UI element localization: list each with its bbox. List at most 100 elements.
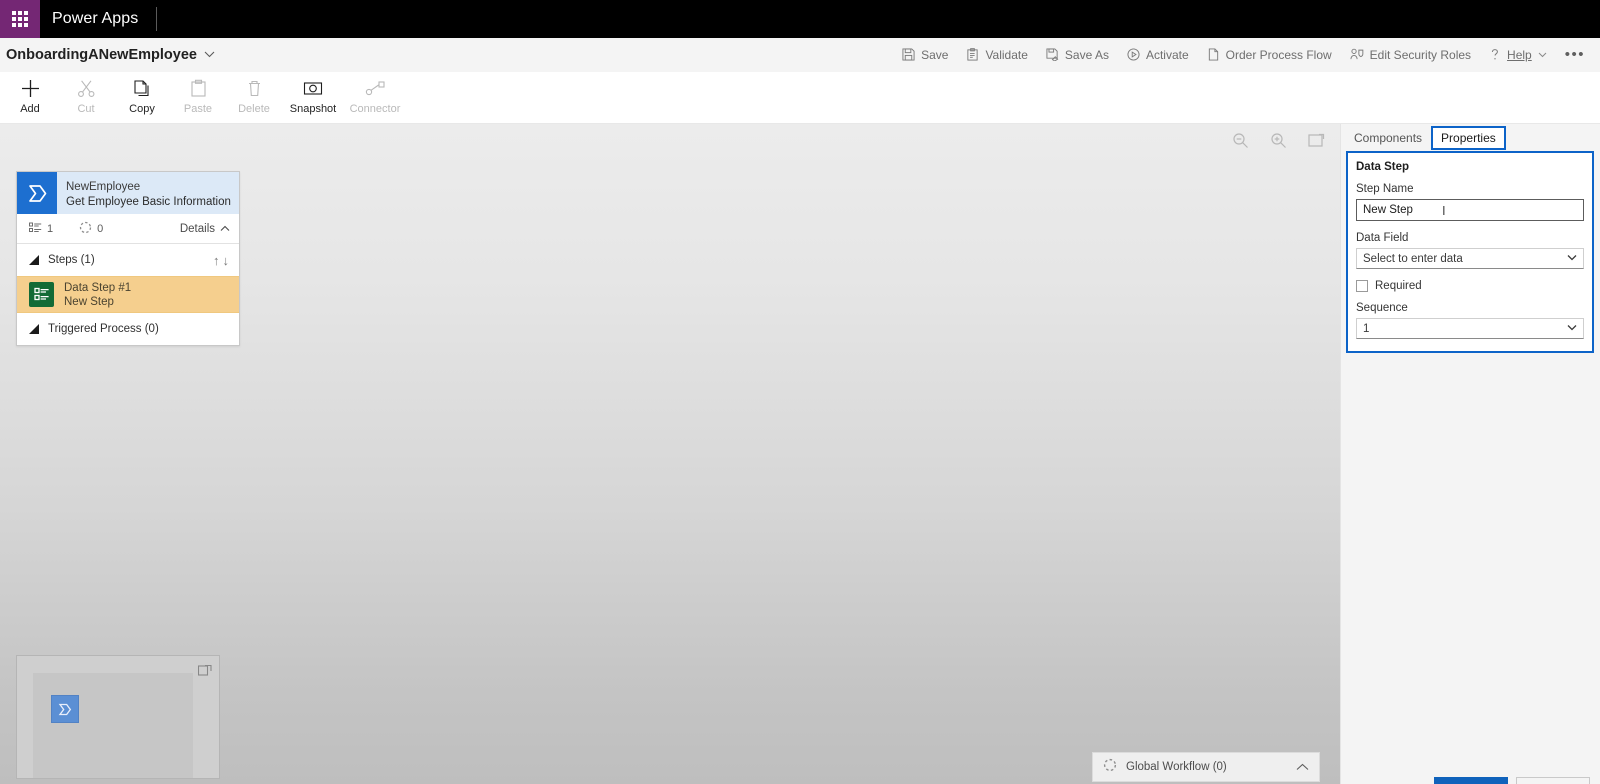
steps-count: 1 <box>29 222 53 236</box>
section-steps[interactable]: Steps (1) ↑ ↓ <box>17 244 239 276</box>
validate-label: Validate <box>985 47 1028 62</box>
data-step-texts: Data Step #1 New Step <box>64 281 131 309</box>
required-label: Required <box>1375 280 1422 292</box>
properties-panel: Components Properties Data Step Step Nam… <box>1340 124 1600 784</box>
overflow-icon: ••• <box>1564 45 1585 63</box>
help-label: Help <box>1507 47 1532 62</box>
plus-icon <box>20 77 41 99</box>
ribbon-toolbar: Add Cut Copy Paste Delete Snapshot Conne… <box>0 72 1600 124</box>
activate-button[interactable]: Activate <box>1118 44 1198 66</box>
activate-label: Activate <box>1145 47 1189 62</box>
process-card-meta: 1 0 Details <box>17 214 239 244</box>
section-steps-label: Steps (1) <box>48 254 95 266</box>
process-card-header[interactable]: NewEmployee Get Employee Basic Informati… <box>17 172 239 214</box>
data-step-row[interactable]: Data Step #1 New Step <box>17 276 239 313</box>
paste-label: Paste <box>183 103 213 115</box>
play-circle-icon <box>1127 48 1140 61</box>
sequence-value: 1 <box>1363 322 1370 335</box>
question-icon <box>1489 48 1501 61</box>
section-triggered-process-label: Triggered Process (0) <box>48 323 159 335</box>
snapshot-label: Snapshot <box>289 103 337 115</box>
global-workflow-bar[interactable]: Global Workflow (0) <box>1092 752 1320 782</box>
save-label: Save <box>921 47 949 62</box>
sequence-label: Sequence <box>1356 302 1408 314</box>
move-down-icon[interactable]: ↓ <box>223 253 230 268</box>
add-button[interactable]: Add <box>2 72 58 122</box>
steps-count-value: 1 <box>47 222 54 235</box>
details-label: Details <box>179 222 215 235</box>
process-card[interactable]: NewEmployee Get Employee Basic Informati… <box>16 171 240 346</box>
process-card-titles: NewEmployee Get Employee Basic Informati… <box>57 172 237 214</box>
minimap[interactable] <box>16 655 220 779</box>
order-process-flow-button[interactable]: Order Process Flow <box>1198 44 1341 66</box>
command-header: OnboardingANewEmployee Save Validate Sav… <box>0 38 1600 72</box>
tab-properties[interactable]: Properties <box>1431 125 1506 150</box>
zoom-in-icon[interactable] <box>1268 130 1288 150</box>
clipboard-check-icon <box>966 48 979 61</box>
process-subtitle: Get Employee Basic Information <box>66 195 231 208</box>
data-step-icon <box>29 282 54 307</box>
details-toggle[interactable]: Details <box>180 223 230 235</box>
minimap-expand-icon[interactable] <box>197 661 213 677</box>
chevron-down-icon <box>1567 323 1577 334</box>
trash-icon <box>245 77 264 99</box>
sequence-select[interactable]: 1 <box>1356 318 1584 339</box>
main-area: NewEmployee Get Employee Basic Informati… <box>0 124 1600 784</box>
camera-icon <box>303 77 323 99</box>
process-name: NewEmployee <box>66 180 141 193</box>
snapshot-button[interactable]: Snapshot <box>282 72 344 122</box>
global-workflow-label: Global Workflow (0) <box>1126 761 1227 773</box>
order-process-flow-label: Order Process Flow <box>1225 47 1332 62</box>
process-flow-icon <box>17 172 57 214</box>
workflow-count-value: 0 <box>97 222 104 235</box>
app-name: Power Apps <box>52 10 139 27</box>
data-step-subtitle: New Step <box>64 295 114 308</box>
required-checkbox[interactable] <box>1356 280 1368 292</box>
zoom-out-icon[interactable] <box>1230 130 1250 150</box>
data-field-select[interactable]: Select to enter data <box>1356 248 1584 269</box>
overflow-menu-button[interactable]: ••• <box>1556 46 1594 64</box>
discard-button[interactable]: Discard <box>1516 777 1590 784</box>
cut-button[interactable]: Cut <box>58 72 114 122</box>
save-icon <box>902 48 915 61</box>
page-order-icon <box>1207 48 1220 61</box>
minimap-viewport <box>33 673 193 778</box>
chevron-up-icon <box>220 223 230 235</box>
steps-count-icon <box>29 222 42 236</box>
step-name-input[interactable] <box>1363 204 1577 216</box>
connector-button[interactable]: Connector <box>344 72 406 122</box>
help-button[interactable]: Help <box>1480 44 1556 66</box>
process-canvas[interactable]: NewEmployee Get Employee Basic Informati… <box>0 124 1340 784</box>
save-as-button[interactable]: Save As <box>1037 44 1118 66</box>
copy-label: Copy <box>129 103 155 115</box>
header-left-group: OnboardingANewEmployee <box>0 47 215 63</box>
fit-to-screen-icon[interactable] <box>1306 130 1326 150</box>
data-field-label: Data Field <box>1356 232 1409 244</box>
copy-button[interactable]: Copy <box>114 72 170 122</box>
waffle-menu-button[interactable] <box>0 0 40 38</box>
chevron-up-icon[interactable] <box>1296 760 1309 774</box>
validate-button[interactable]: Validate <box>957 44 1036 66</box>
panel-tab-strip: Components Properties <box>1340 124 1600 151</box>
connector-icon <box>365 77 386 99</box>
copy-icon <box>133 77 152 99</box>
save-as-label: Save As <box>1064 47 1109 62</box>
triangle-expander-icon <box>29 324 39 334</box>
move-up-icon[interactable]: ↑ <box>213 253 220 268</box>
add-label: Add <box>20 103 40 115</box>
paste-button[interactable]: Paste <box>170 72 226 122</box>
section-triggered-process[interactable]: Triggered Process (0) <box>17 313 239 345</box>
apply-button[interactable]: Apply <box>1434 777 1508 784</box>
waffle-grid-icon <box>12 11 28 27</box>
save-button[interactable]: Save <box>893 44 957 66</box>
data-step-properties-box: Data Step Step Name I Data Field Select … <box>1346 151 1594 353</box>
chevron-down-icon[interactable] <box>204 49 215 61</box>
required-checkbox-row[interactable]: Required <box>1356 280 1584 292</box>
tab-components[interactable]: Components <box>1346 128 1430 148</box>
edit-security-roles-button[interactable]: Edit Security Roles <box>1341 44 1480 66</box>
step-name-field[interactable]: I <box>1356 199 1584 221</box>
delete-button[interactable]: Delete <box>226 72 282 122</box>
step-name-label: Step Name <box>1356 183 1414 195</box>
edit-security-roles-label: Edit Security Roles <box>1369 47 1472 62</box>
panel-divider <box>1340 124 1341 784</box>
